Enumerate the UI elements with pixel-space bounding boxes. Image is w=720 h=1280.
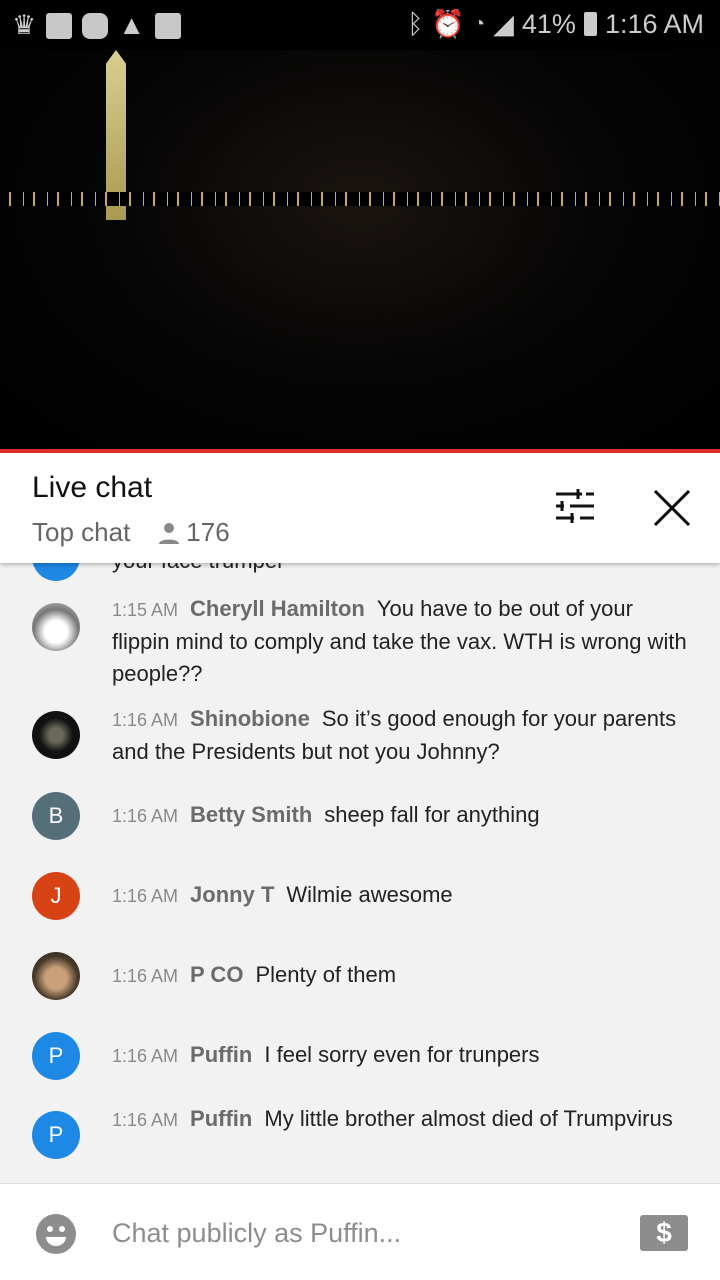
chat-mode-label: Top chat [32,517,131,547]
chat-message-list[interactable]: your face trumper 1:15 AM Cheryll Hamilto… [0,563,720,1183]
chat-mode-selector[interactable]: Top chat 176 [32,517,230,548]
chat-header: Live chat Top chat 176 [0,453,720,563]
chat-message: 1:16 AM Betty Smith sheep fall for anythin… [112,799,692,832]
chat-message: 1:16 AM P CO Plenty of them [112,959,692,992]
battery-level: 41% [521,8,576,39]
chat-message-partial: your face trumper [112,563,692,577]
folder-icon [46,12,73,39]
super-chat-dollar-icon[interactable]: $ [640,1215,688,1251]
close-icon[interactable] [654,490,690,526]
chat-message: 1:16 AM Puffin I feel sorry even for trunp… [112,1039,692,1072]
chat-message: 1:16 AM Puffin My little brother almost di… [112,1103,692,1136]
message-text: I feel sorry even for trunpers [264,1042,540,1067]
avatar [32,563,80,581]
crown-icon: ♛ [12,10,37,40]
message-author[interactable]: Jonny T [190,882,274,907]
message-author[interactable]: Puffin [190,1042,252,1067]
message-time: 1:16 AM [112,806,179,826]
viewer-count: 176 [158,517,230,548]
message-time: 1:16 AM [112,710,179,730]
chat-message: 1:15 AM Cheryll Hamilton You have to be ou… [112,593,692,690]
chat-message: 1:16 AM Jonny T Wilmie awesome [112,879,692,912]
chat-message: 1:16 AM Shinobione So it’s good enough for… [112,703,692,768]
message-time: 1:16 AM [112,1046,179,1066]
avatar: P [32,1032,80,1080]
avatar: B [32,792,80,840]
message-time: 1:16 AM [112,886,179,906]
video-player[interactable] [0,0,720,450]
bluetooth-icon: ᛒ [407,8,424,39]
person-icon [159,522,180,544]
avatar: P [32,1111,80,1159]
message-author[interactable]: Shinobione [190,706,310,731]
wifi-icon: ◔ [473,12,486,35]
message-text: sheep fall for anything [324,802,540,827]
image-icon [154,12,181,39]
message-author[interactable]: Puffin [190,1106,252,1131]
viewer-count-value: 176 [186,517,230,547]
message-time: 1:15 AM [112,600,179,620]
message-author[interactable]: Cheryll Hamilton [190,596,365,621]
status-bar: ♛ ▲ ᛒ ⏰ ◔ ◢ 41% 1:16 AM [0,0,720,50]
signal-icon: ◢ [493,8,514,39]
filter-settings-icon[interactable] [556,489,596,525]
alarm-icon: ⏰ [431,9,466,39]
avatar [32,952,80,1000]
message-text: My little brother almost died of Trumpvi… [264,1106,673,1131]
chat-input[interactable]: Chat publicly as Puffin... [112,1218,401,1249]
avatar [32,603,80,651]
video-frame-city-lights [0,192,720,206]
avatar [32,711,80,759]
message-author[interactable]: Betty Smith [190,802,312,827]
m-app-icon [82,12,109,39]
chat-input-bar: Chat publicly as Puffin... $ [0,1183,720,1280]
message-time: 1:16 AM [112,1110,179,1130]
avatar: J [32,872,80,920]
clock: 1:16 AM [604,8,704,39]
message-author[interactable]: P CO [190,962,243,987]
message-time: 1:16 AM [112,966,179,986]
chat-title: Live chat [32,471,153,504]
message-text: Plenty of them [255,962,397,987]
emoji-icon[interactable] [36,1214,76,1254]
battery-icon [583,12,597,36]
warning-icon: ▲ [118,10,145,40]
message-text: Wilmie awesome [286,882,453,907]
